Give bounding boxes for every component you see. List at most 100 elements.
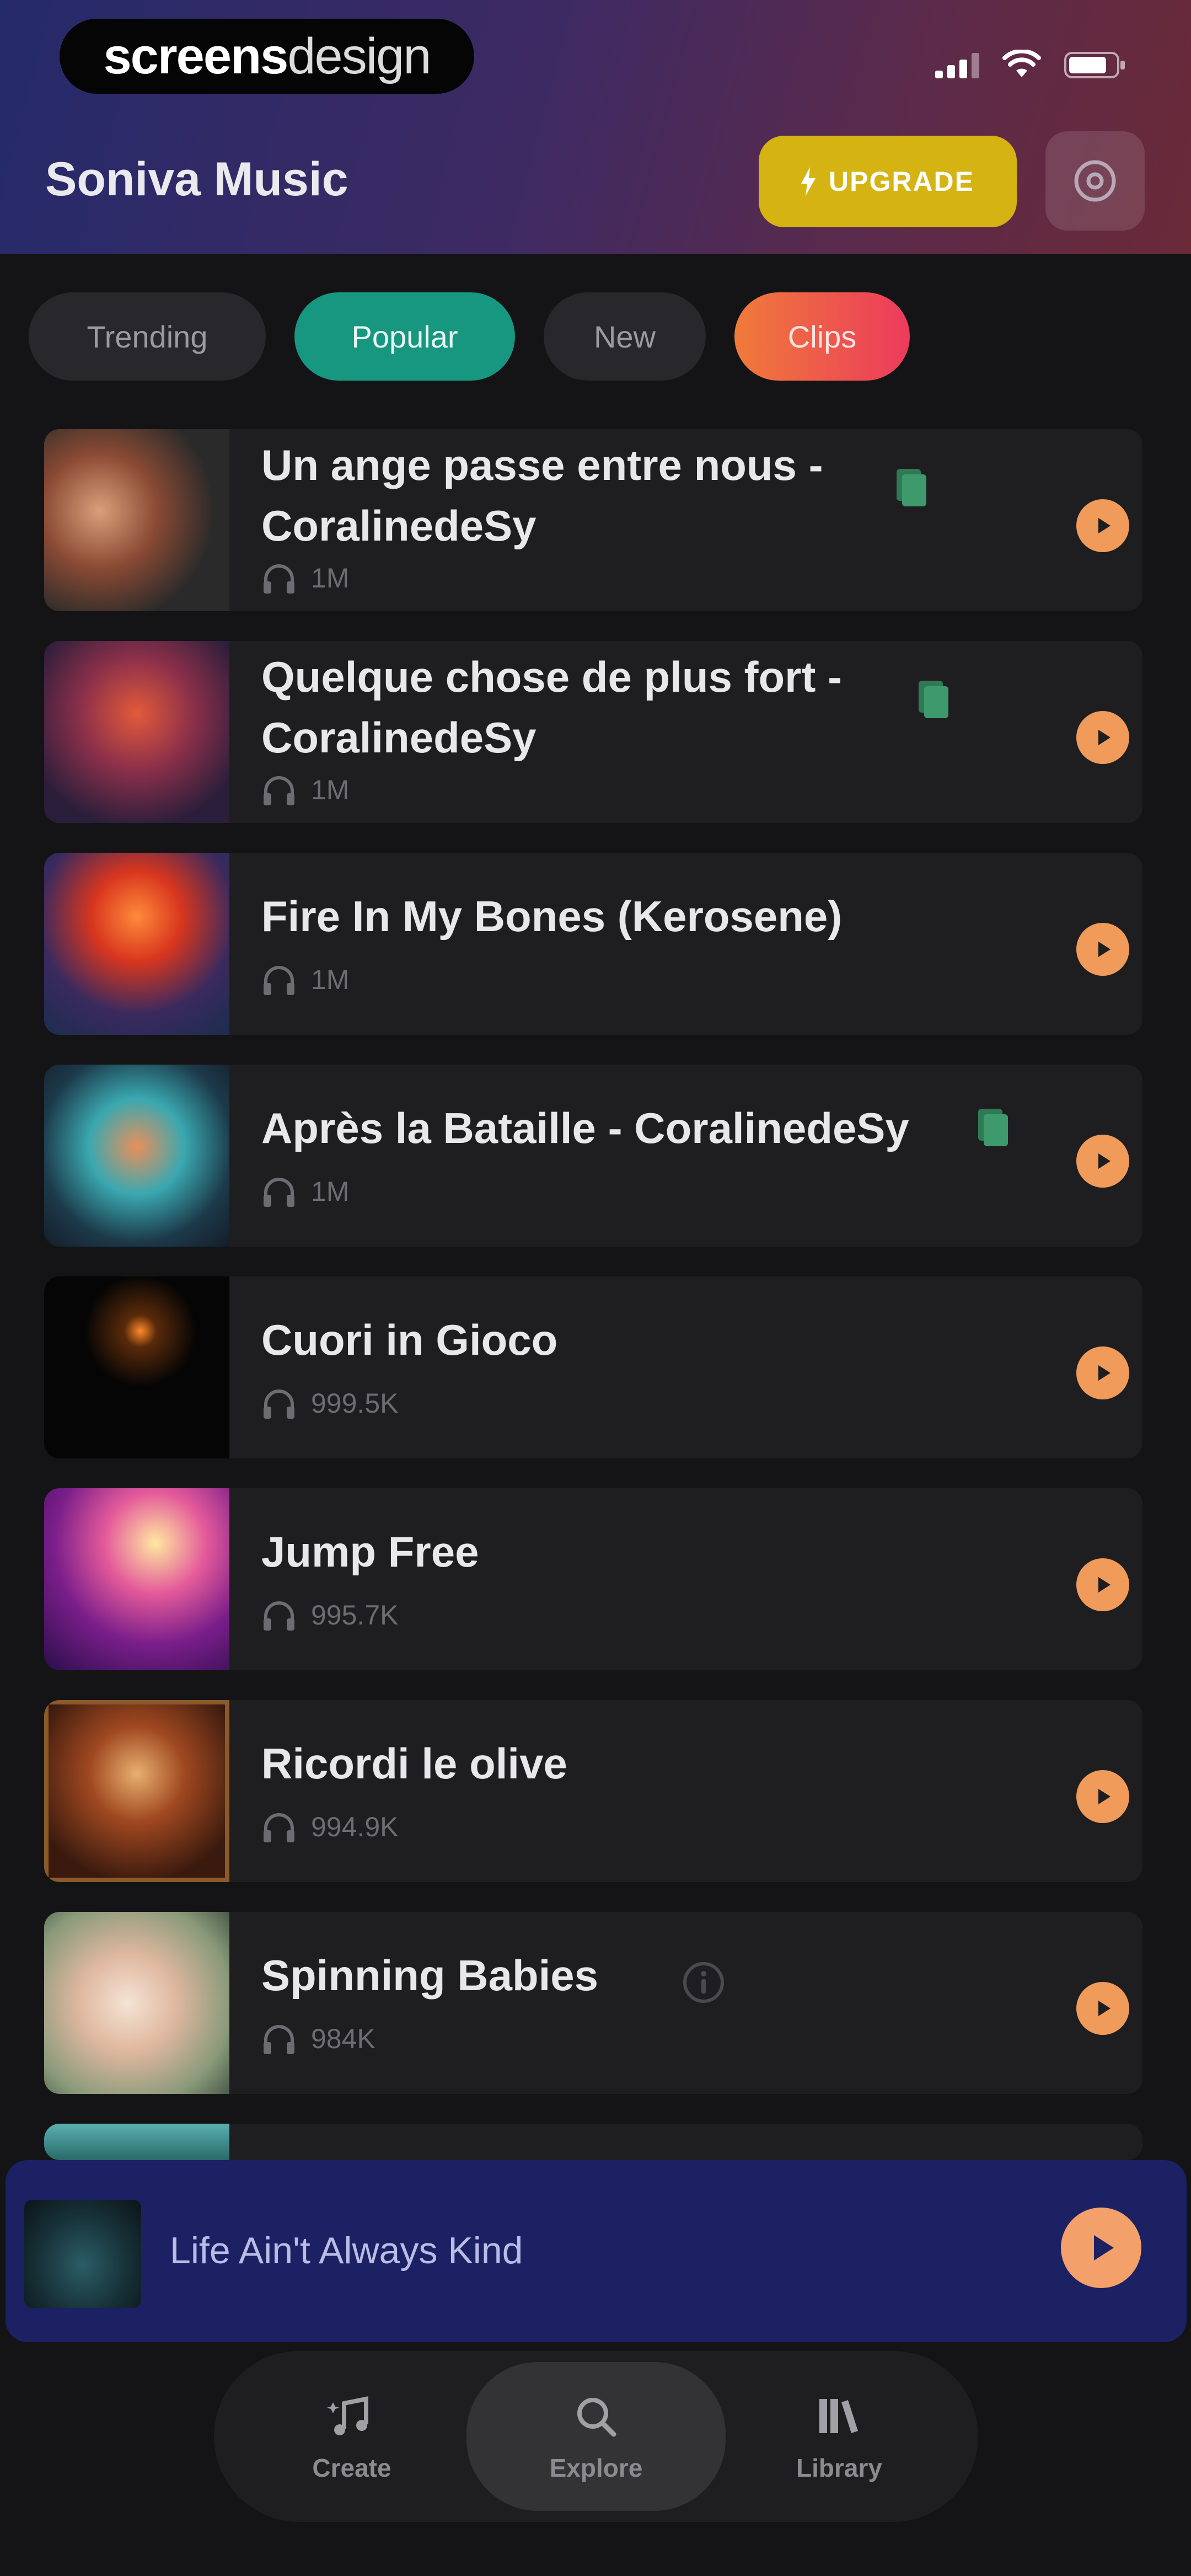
play-button[interactable]	[1076, 923, 1129, 976]
nav-explore[interactable]: Explore	[466, 2362, 726, 2511]
play-count: 1M	[261, 1175, 349, 1208]
song-artist: CoralinedeSy	[261, 501, 537, 550]
song-title: Après la Bataille - CoralinedeSy	[261, 1104, 909, 1152]
bolt-icon	[801, 167, 816, 196]
play-count: 1M	[261, 562, 349, 595]
play-button[interactable]	[1076, 1135, 1129, 1188]
play-icon	[1098, 1577, 1110, 1592]
play-count: 984K	[261, 2022, 375, 2055]
play-icon	[1098, 518, 1110, 533]
nav-explore-label: Explore	[549, 2454, 643, 2482]
cellular-signal-icon	[935, 52, 979, 78]
document-badge-icon	[978, 1109, 1008, 1146]
headphones-icon	[264, 776, 294, 805]
song-cover	[44, 1912, 229, 2094]
headphones-icon	[264, 1601, 294, 1631]
bottom-nav: Create Explore Library	[214, 2351, 978, 2522]
play-count: 999.5K	[261, 1387, 398, 1420]
song-row[interactable]: Spinning Babies 984K	[44, 1912, 1142, 2094]
song-title: Cuori in Gioco	[261, 1316, 558, 1364]
song-cover	[44, 1065, 229, 1247]
play-button[interactable]	[1076, 1346, 1129, 1399]
status-bar	[935, 50, 1125, 78]
song-title: Spinning Babies	[261, 1951, 599, 2000]
headphones-icon	[264, 1178, 294, 1207]
song-cover	[44, 641, 229, 823]
headphones-icon	[264, 564, 294, 594]
play-count: 1M	[261, 963, 349, 996]
song-row[interactable]	[44, 2124, 1142, 2160]
play-count-value: 1M	[311, 1176, 350, 1207]
song-title: Jump Free	[261, 1527, 479, 1576]
play-icon	[1098, 1789, 1110, 1804]
song-cover	[44, 1488, 229, 1670]
headphones-icon	[264, 1389, 294, 1419]
info-icon	[683, 1962, 724, 2003]
filter-chips: Trending Popular New Clips	[29, 292, 910, 381]
song-title: Ricordi le olive	[261, 1739, 567, 1788]
nav-create[interactable]: Create	[291, 2351, 412, 2522]
play-icon	[1098, 942, 1110, 957]
battery-icon	[1064, 52, 1125, 78]
watermark-text-2: design	[287, 28, 431, 84]
document-badge-icon	[897, 469, 926, 506]
chip-popular[interactable]: Popular	[294, 292, 515, 381]
play-icon	[1098, 1153, 1110, 1169]
nav-create-label: Create	[312, 2454, 391, 2482]
player-play-button[interactable]	[1061, 2208, 1141, 2288]
app-title: Soniva Music	[45, 153, 348, 206]
search-icon	[577, 2398, 616, 2437]
song-row[interactable]: Après la Bataille - CoralinedeSy 1M	[44, 1065, 1142, 1247]
mini-player[interactable]: Life Ain't Always Kind	[6, 2160, 1187, 2342]
song-title: Fire In My Bones (Kerosene)	[261, 892, 843, 940]
play-icon	[1098, 730, 1110, 745]
play-count-value: 999.5K	[311, 1388, 399, 1419]
player-cover	[24, 2200, 141, 2308]
play-count-value: 1M	[311, 964, 350, 995]
library-icon	[819, 2399, 858, 2433]
headphones-icon	[264, 1813, 294, 1842]
play-icon	[1098, 2001, 1110, 2016]
wifi-icon	[1002, 50, 1041, 77]
song-cover	[44, 429, 229, 611]
play-count: 1M	[261, 773, 349, 806]
song-row[interactable]: Cuori in Gioco 999.5K	[44, 1276, 1142, 1458]
chip-clips[interactable]: Clips	[734, 292, 910, 381]
song-row[interactable]: Quelque chose de plus fort - CoralinedeS…	[44, 641, 1142, 823]
nav-library-label: Library	[796, 2454, 882, 2482]
song-title: Quelque chose de plus fort -	[261, 653, 843, 701]
play-button[interactable]	[1076, 1770, 1129, 1823]
play-count: 995.7K	[261, 1599, 398, 1632]
play-count-value: 1M	[311, 774, 350, 805]
song-row[interactable]: Fire In My Bones (Kerosene) 1M	[44, 853, 1142, 1035]
play-button[interactable]	[1076, 1558, 1129, 1611]
play-count-value: 994.9K	[311, 1811, 399, 1842]
settings-button[interactable]	[1045, 131, 1145, 231]
headphones-icon	[264, 2025, 294, 2054]
play-button[interactable]	[1076, 711, 1129, 764]
upgrade-label: UPGRADE	[828, 166, 975, 197]
chip-trending[interactable]: Trending	[29, 292, 266, 381]
play-count-value: 995.7K	[311, 1600, 399, 1631]
song-cover	[44, 853, 229, 1035]
play-icon	[1098, 1365, 1110, 1381]
play-count-value: 984K	[311, 2023, 375, 2054]
app-header: screens design Soniva Music UPGRADE	[0, 0, 1191, 254]
play-count: 994.9K	[261, 1810, 398, 1843]
song-cover	[44, 1700, 229, 1882]
chip-new[interactable]: New	[544, 292, 706, 381]
song-cover	[44, 2124, 229, 2160]
song-artist: CoralinedeSy	[261, 713, 537, 762]
play-button[interactable]	[1076, 1982, 1129, 2035]
song-row[interactable]: Un ange passe entre nous - CoralinedeSy …	[44, 429, 1142, 611]
upgrade-button[interactable]: UPGRADE	[759, 136, 1017, 227]
watermark-text-1: screens	[103, 28, 289, 84]
song-row[interactable]: Jump Free 995.7K	[44, 1488, 1142, 1670]
song-cover	[44, 1276, 229, 1458]
song-row[interactable]: Ricordi le olive 994.9K	[44, 1700, 1142, 1882]
play-button[interactable]	[1076, 499, 1129, 552]
gear-icon	[1074, 160, 1116, 202]
player-track-title: Life Ain't Always Kind	[170, 2230, 523, 2272]
music-note-icon	[326, 2396, 368, 2435]
nav-library[interactable]: Library	[779, 2351, 900, 2522]
